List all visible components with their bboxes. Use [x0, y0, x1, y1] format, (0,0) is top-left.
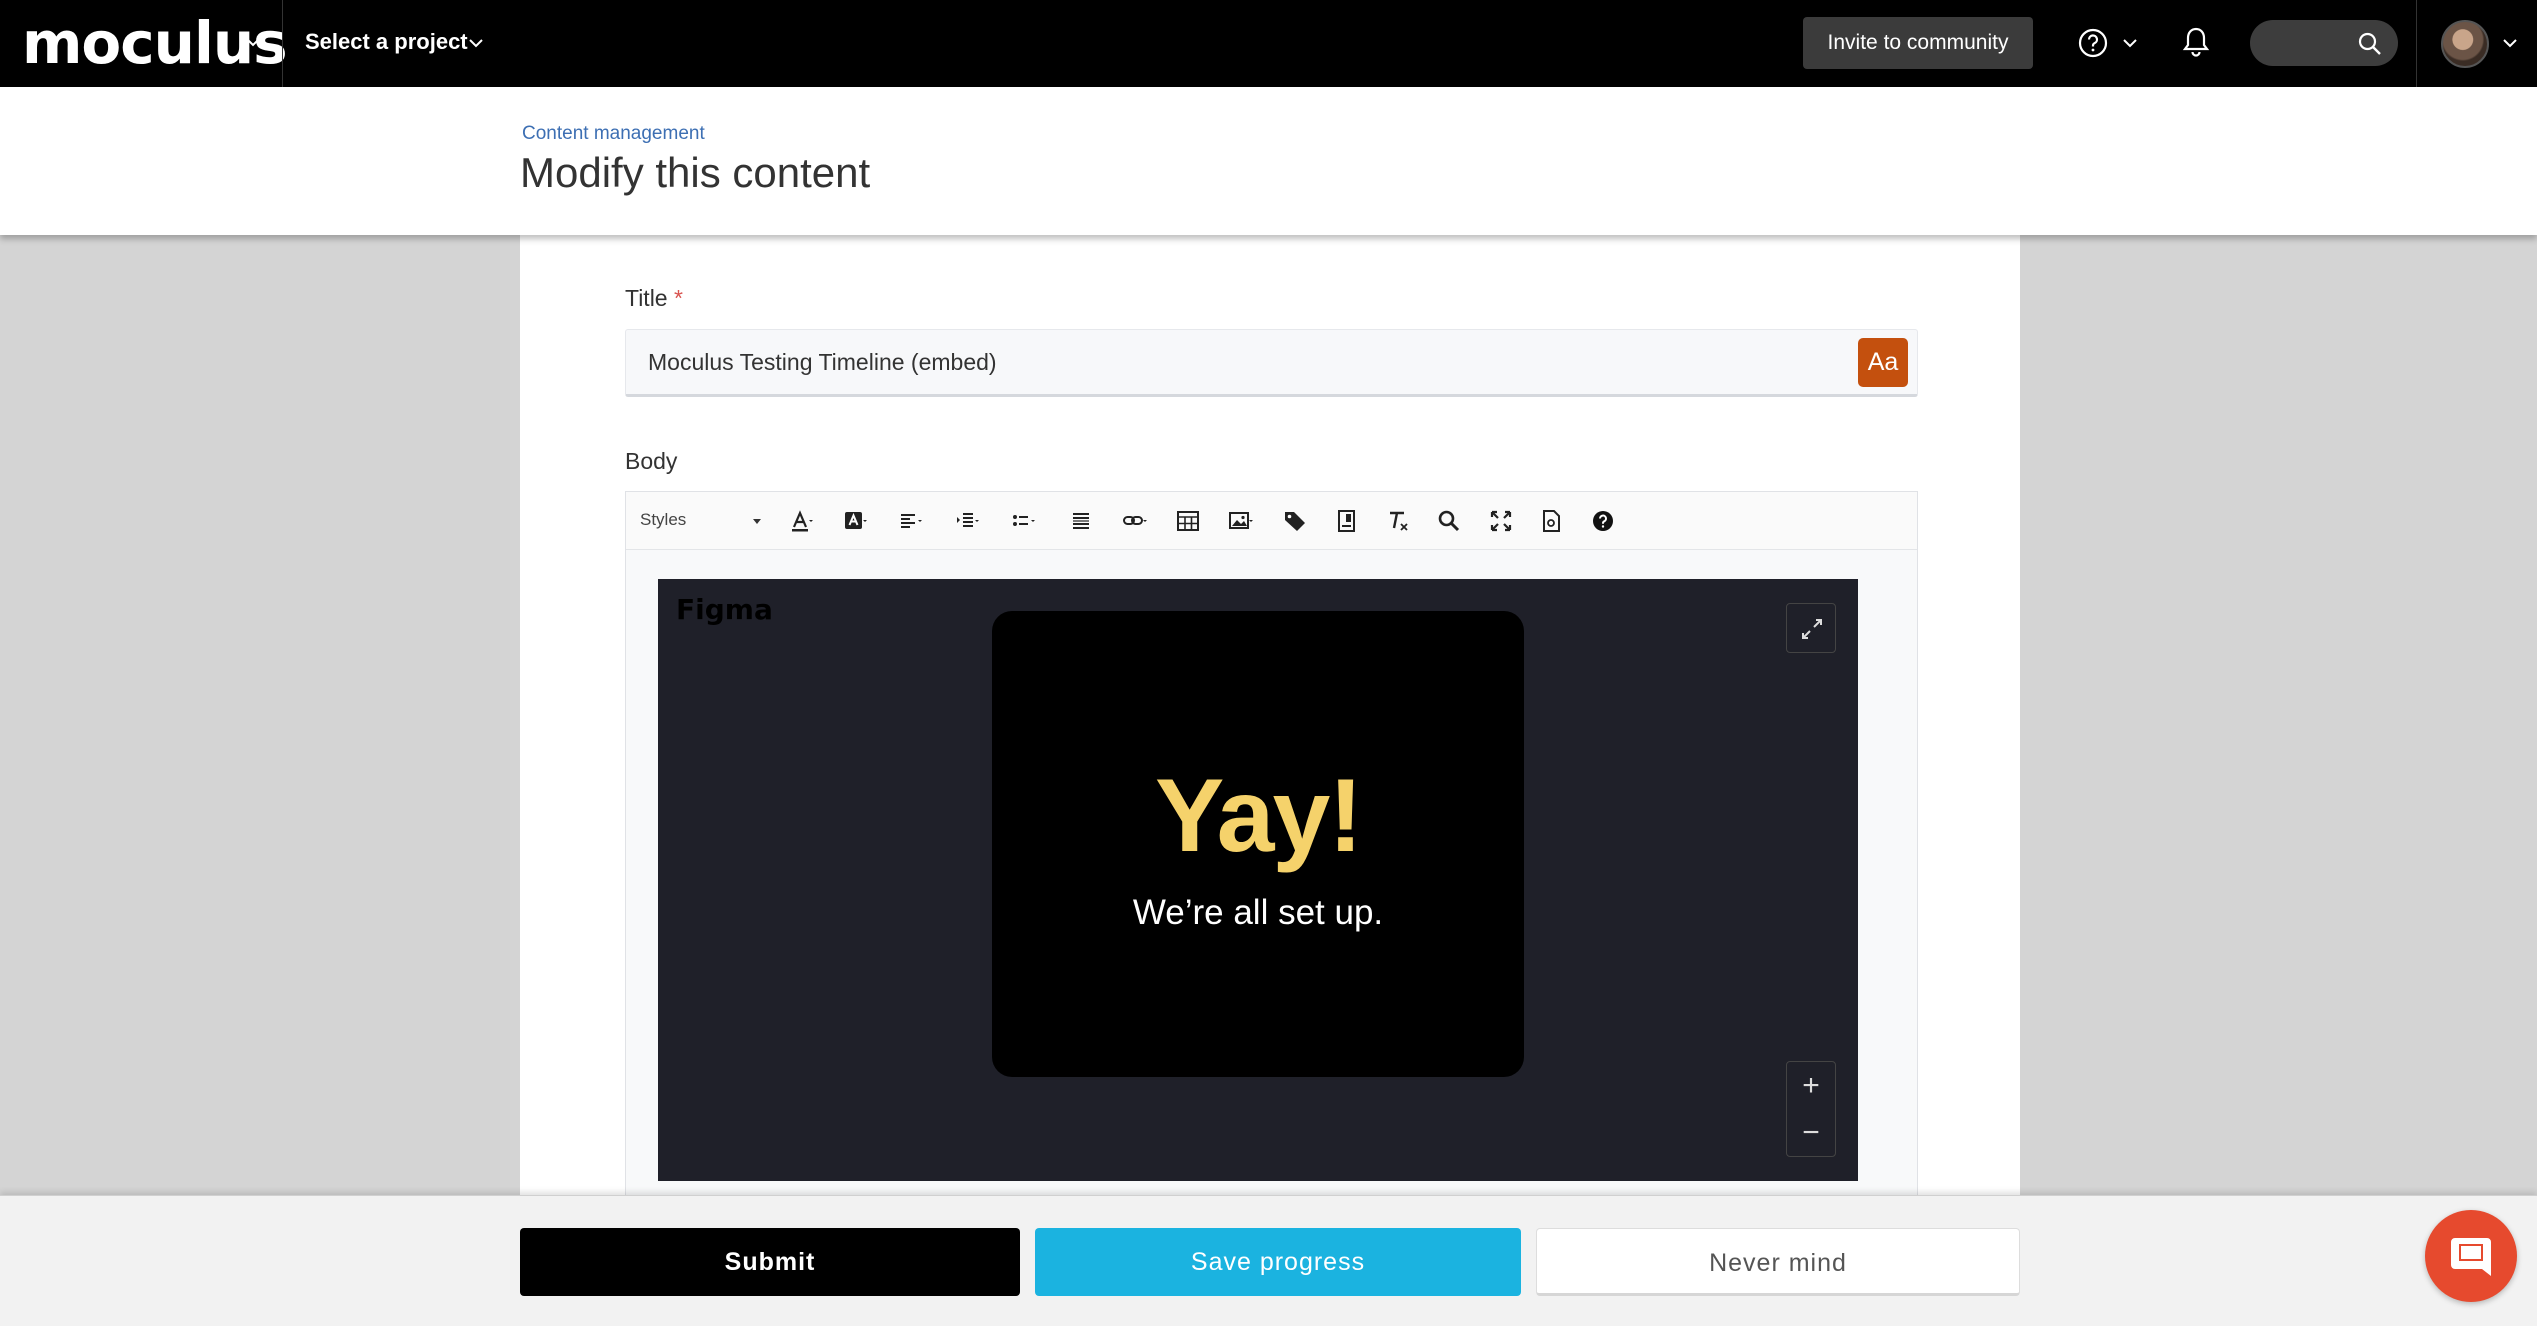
text-format-button[interactable]: Aa	[1858, 338, 1908, 387]
editor-toolbar: Styles	[626, 492, 1917, 550]
align-left-icon[interactable]	[896, 507, 926, 535]
table-icon[interactable]	[1173, 507, 1203, 535]
nav-divider	[282, 0, 283, 87]
source-view-icon[interactable]	[1536, 507, 1566, 535]
search-input[interactable]	[2250, 20, 2398, 66]
help-icon[interactable]	[2077, 27, 2109, 59]
caret-down-icon[interactable]	[753, 519, 761, 524]
styles-dropdown[interactable]: Styles	[640, 510, 686, 530]
zoom-control: + −	[1786, 1061, 1836, 1157]
fullscreen-icon[interactable]	[1486, 507, 1516, 535]
title-input[interactable]: Moculus Testing Timeline (embed)	[625, 329, 1918, 397]
chevron-down-icon[interactable]	[243, 32, 263, 52]
background-color-icon[interactable]	[840, 507, 870, 535]
expand-button[interactable]	[1786, 603, 1836, 653]
never-mind-button[interactable]: Never mind	[1536, 1228, 2020, 1296]
template-icon[interactable]	[1332, 507, 1362, 535]
chevron-down-icon[interactable]	[2120, 33, 2140, 53]
text-color-icon[interactable]	[786, 507, 816, 535]
chat-icon	[2451, 1238, 2491, 1276]
zoom-in-button[interactable]: +	[1787, 1062, 1835, 1109]
embed-heading: Yay!	[1155, 758, 1363, 874]
required-mark: *	[674, 285, 683, 311]
zoom-out-button[interactable]: −	[1787, 1109, 1835, 1156]
find-icon[interactable]	[1434, 507, 1464, 535]
embed-preview-card: Yay! We’re all set up.	[992, 611, 1524, 1077]
expand-icon	[1802, 619, 1822, 639]
help-icon[interactable]	[1588, 507, 1618, 535]
nav-divider	[2416, 0, 2417, 87]
figma-embed[interactable]: Figma Yay! We’re all set up. + −	[658, 579, 1858, 1181]
clear-formatting-icon[interactable]	[1383, 507, 1413, 535]
indent-icon[interactable]	[952, 507, 982, 535]
search-icon[interactable]	[2357, 31, 2382, 56]
rich-text-editor[interactable]: Styles Figma Yay! We’re all set up. + −	[625, 491, 1918, 1235]
submit-button[interactable]: Submit	[520, 1228, 1020, 1296]
title-field-label: Title *	[625, 285, 683, 311]
bulleted-list-icon[interactable]	[1008, 507, 1038, 535]
bell-icon[interactable]	[2180, 24, 2212, 60]
body-field-label: Body	[625, 448, 678, 474]
project-select[interactable]: Select a project	[305, 26, 468, 58]
chat-launcher-button[interactable]	[2425, 1210, 2517, 1302]
link-icon[interactable]	[1120, 507, 1150, 535]
page-header: Content management Modify this content	[0, 87, 2537, 235]
form-action-bar: Submit Save progress Never mind	[0, 1195, 2537, 1326]
invite-to-community-button[interactable]: Invite to community	[1803, 17, 2033, 69]
top-nav: moculus Select a project Invite to commu…	[0, 0, 2537, 87]
horizontal-rule-icon[interactable]	[1066, 507, 1096, 535]
embed-subtext: We’re all set up.	[1132, 893, 1384, 932]
tag-icon[interactable]	[1280, 507, 1310, 535]
avatar[interactable]	[2441, 20, 2489, 68]
figma-logo-label: Figma	[676, 593, 773, 626]
breadcrumb[interactable]: Content management	[522, 123, 705, 145]
chevron-down-icon[interactable]	[466, 33, 486, 53]
chevron-down-icon[interactable]	[2500, 33, 2520, 53]
page-title: Modify this content	[520, 149, 871, 196]
image-icon[interactable]	[1226, 507, 1256, 535]
save-progress-button[interactable]: Save progress	[1035, 1228, 1521, 1296]
